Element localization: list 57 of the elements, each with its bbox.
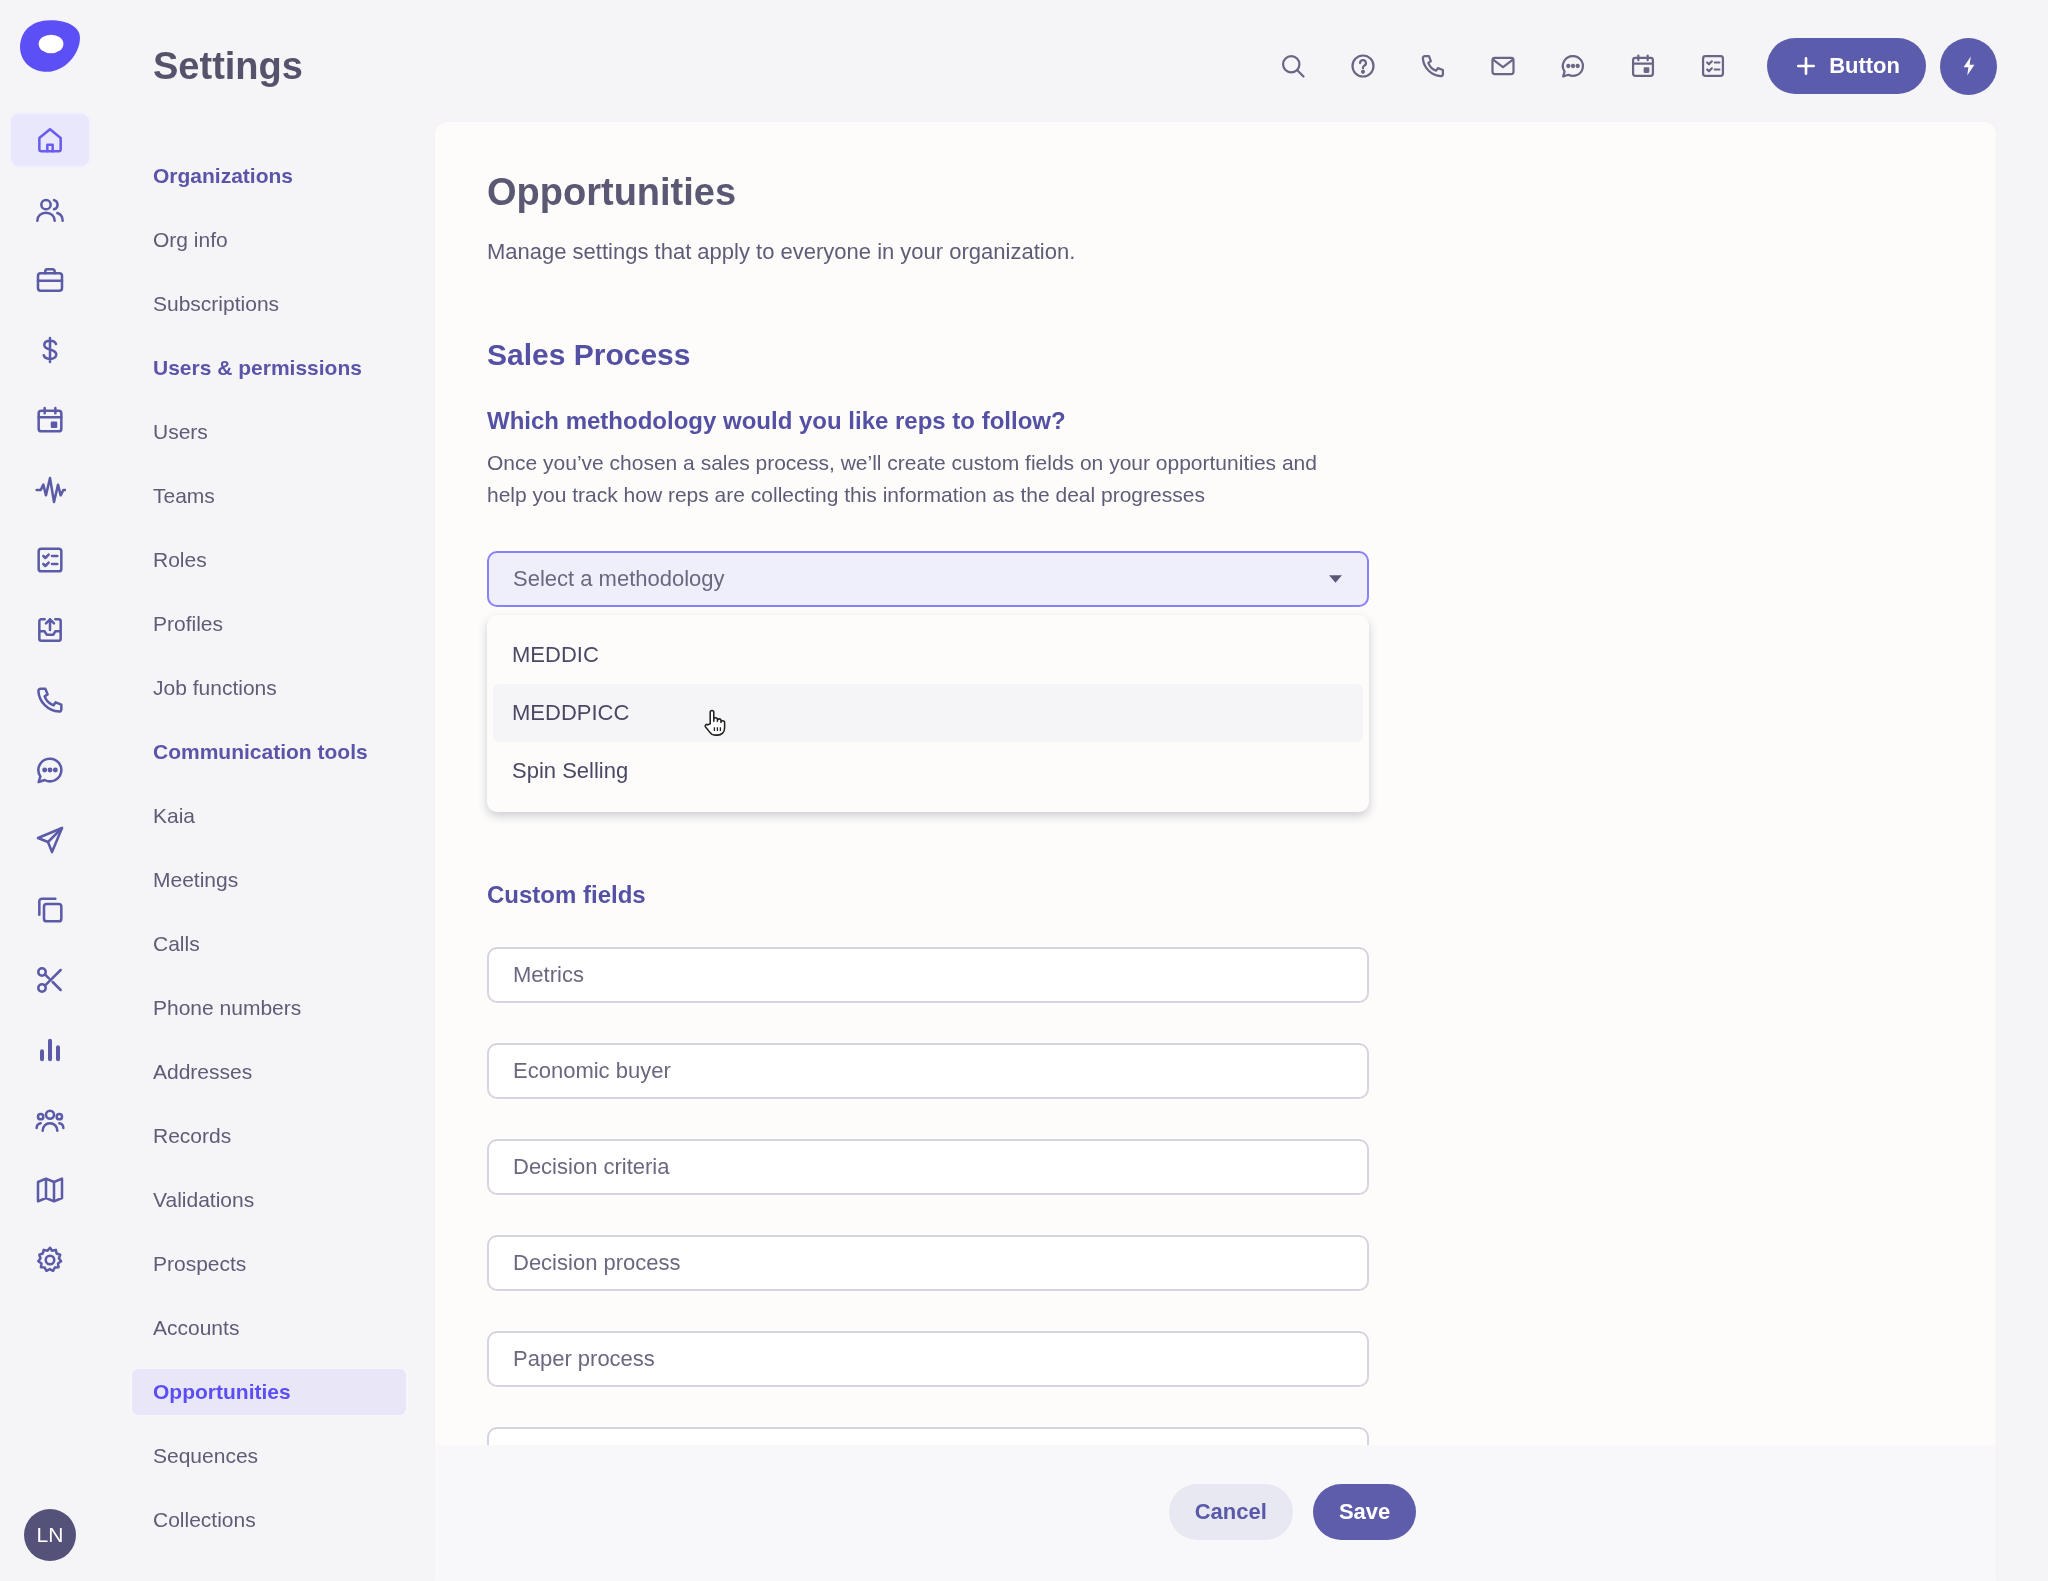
calendar-icon <box>34 404 66 436</box>
add-button[interactable]: Button <box>1767 38 1926 94</box>
section-title: Opportunities <box>487 170 738 215</box>
nav-link[interactable]: Records <box>130 1111 408 1161</box>
nav-link[interactable]: Users <box>130 407 408 457</box>
input-field[interactable]: Paper process <box>487 1331 1369 1387</box>
help-icon[interactable] <box>1349 52 1378 80</box>
nav-link[interactable]: Roles <box>130 535 408 585</box>
nav-link[interactable]: Prospects <box>130 1239 408 1289</box>
search-icon[interactable] <box>1279 52 1308 80</box>
home-nav-button[interactable] <box>9 112 91 168</box>
input-field[interactable]: Economic buyer <box>487 1043 1369 1099</box>
user-avatar[interactable]: LN <box>24 1509 76 1561</box>
section-heading: Sales Process <box>487 337 692 373</box>
nav-link[interactable]: Teams <box>130 471 408 521</box>
nav-link[interactable]: Job functions <box>130 663 408 713</box>
section-heading: Custom fields <box>487 880 647 910</box>
waveform-icon <box>34 474 66 506</box>
logo-icon[interactable] <box>19 18 81 74</box>
page-title: Settings <box>153 44 303 89</box>
nav-section-heading: Communication tools <box>152 739 369 765</box>
nav-link[interactable]: Opportunities <box>130 1367 408 1417</box>
plus-icon <box>1795 55 1818 77</box>
nav-link[interactable]: Kaia <box>130 791 408 841</box>
input-field[interactable]: Metrics <box>487 947 1369 1003</box>
nav-link[interactable]: Validations <box>130 1175 408 1225</box>
input-field[interactable]: Decision criteria <box>487 1139 1369 1195</box>
dropdown-option[interactable]: MEDDIC <box>493 626 1363 684</box>
question-heading: Which methodology would you like reps to follow? <box>487 406 1067 436</box>
nav-link[interactable]: Sequences <box>130 1431 408 1481</box>
lightning-button[interactable] <box>1940 37 1997 95</box>
input-field[interactable]: Decision process <box>487 1235 1369 1291</box>
help-text: Once you’ve chosen a sales process, we’ll create custom fields on your opportunities and help you track how reps are collecting this information as the deal progresses <box>487 450 1318 508</box>
nav-link[interactable]: Subscriptions <box>130 279 408 329</box>
hand-cursor-icon <box>703 708 727 737</box>
nav-link[interactable]: Meetings <box>130 855 408 905</box>
nav-link[interactable]: Org info <box>130 215 408 265</box>
nav-link[interactable]: Addresses <box>130 1047 408 1097</box>
nav-link[interactable]: Collections <box>130 1495 408 1545</box>
cancel-button[interactable]: Cancel <box>1168 1484 1293 1540</box>
checklist-icon <box>34 544 66 576</box>
nav-link[interactable]: Calls <box>130 919 408 969</box>
dropdown-option[interactable]: Spin Selling <box>493 742 1363 800</box>
methodology-dropdown[interactable]: Select a methodology <box>487 551 1369 607</box>
dropdown-option[interactable]: MEDDPICC <box>493 684 1363 742</box>
save-button[interactable]: Save <box>1312 1484 1417 1540</box>
phone-icon <box>34 684 66 716</box>
nav-link[interactable]: Accounts <box>130 1303 408 1353</box>
paper-plane-icon <box>34 824 66 856</box>
page-description: Manage settings that apply to everyone in your organization. <box>487 238 1077 266</box>
nav-link[interactable]: Phone numbers <box>130 983 408 1033</box>
nav-section-heading: Organizations <box>152 163 295 189</box>
chat-bubble-icon <box>34 754 66 786</box>
nav-section-heading: Users & permissions <box>152 355 363 381</box>
map-icon <box>34 1174 66 1206</box>
nav-link[interactable]: Profiles <box>130 599 408 649</box>
caret-icon <box>1328 574 1343 584</box>
